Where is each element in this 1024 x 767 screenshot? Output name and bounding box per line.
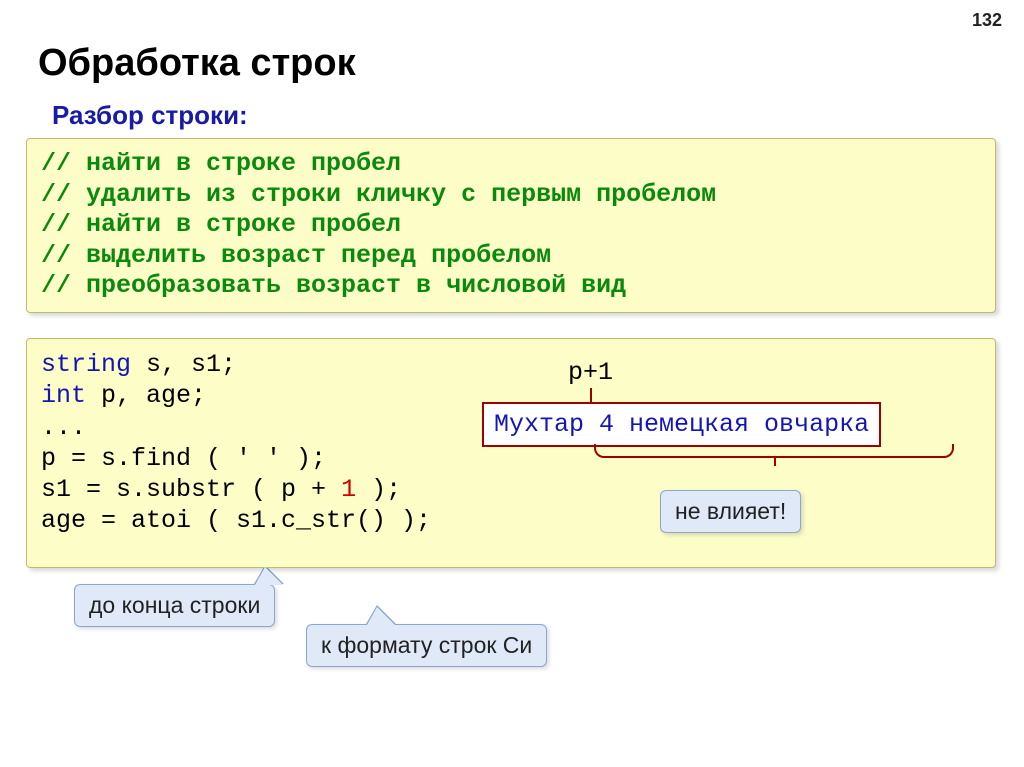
code-line: s1 = s.substr ( p + 1 ); (41, 474, 981, 505)
example-part2: 4 немецкая овчарка (599, 410, 869, 439)
note-to-end: до конца строки (74, 584, 275, 627)
page-number: 132 (972, 10, 1002, 31)
comment-line: // найти в строке пробел (41, 210, 981, 241)
code-line: string s, s1; (41, 349, 981, 380)
section-subtitle: Разбор строки: (52, 100, 248, 131)
page-title: Обработка строк (38, 42, 356, 85)
example-string: Мухтар 4 немецкая овчарка (482, 402, 881, 447)
note-c-format: к формату строк Си (306, 624, 547, 667)
code-line: age = atoi ( s1.c_str() ); (41, 505, 981, 536)
note-no-effect: не влияет! (660, 490, 801, 533)
comment-line: // найти в строке пробел (41, 149, 981, 180)
comment-line: // выделить возраст перед пробелом (41, 241, 981, 272)
comment-block: // найти в строке пробел // удалить из с… (26, 138, 996, 313)
example-part1: Мухтар (494, 410, 584, 439)
p-plus-1-label: p+1 (568, 358, 613, 387)
comment-line: // преобразовать возраст в числовой вид (41, 271, 981, 302)
comment-line: // удалить из строки кличку с первым про… (41, 180, 981, 211)
underbrace (594, 444, 954, 458)
